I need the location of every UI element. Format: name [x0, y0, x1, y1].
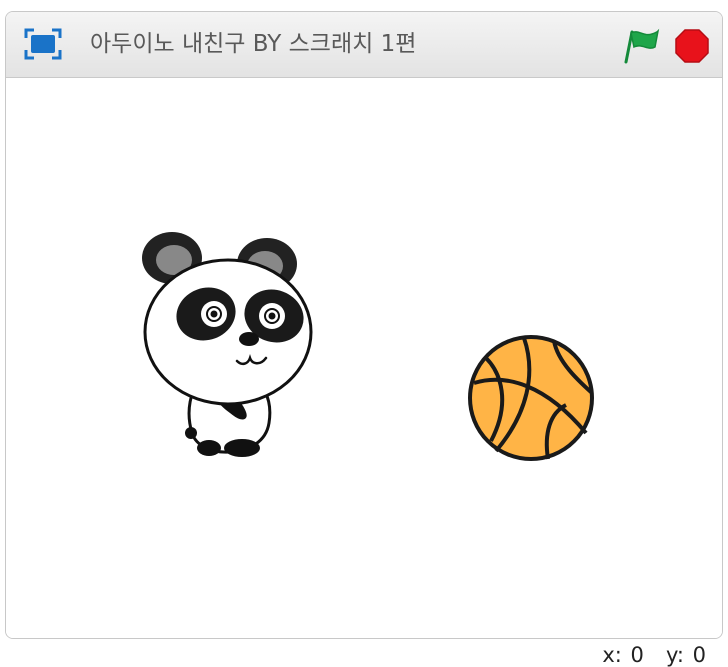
scratch-player: 아두이노 내친구 BY 스크래치 1편 [5, 11, 723, 639]
fullscreen-icon [24, 28, 62, 60]
x-value: 0 [630, 643, 644, 667]
y-label: y: [665, 643, 684, 667]
panda-sprite[interactable] [134, 228, 314, 463]
green-flag-button[interactable] [620, 28, 662, 64]
stop-button[interactable] [674, 28, 710, 64]
stage[interactable] [6, 78, 722, 638]
player-header: 아두이노 내친구 BY 스크래치 1편 [6, 12, 722, 78]
x-label: x: [602, 643, 622, 667]
basketball-sprite[interactable] [466, 333, 596, 463]
project-title: 아두이노 내친구 BY 스크래치 1편 [90, 31, 417, 57]
green-flag-icon [624, 28, 660, 64]
mouse-coordinates: x: 0 y: 0 [600, 643, 706, 667]
stop-octagon-icon [675, 29, 709, 63]
fullscreen-button[interactable] [23, 27, 63, 61]
y-value: 0 [692, 643, 706, 667]
